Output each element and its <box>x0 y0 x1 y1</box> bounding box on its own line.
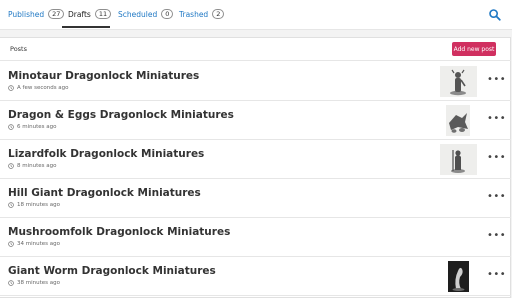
active-tab-indicator <box>62 26 110 28</box>
tab-trashed[interactable]: Trashed 2 <box>179 9 225 19</box>
post-time: 38 minutes ago <box>17 280 60 286</box>
more-options-icon[interactable]: ••• <box>487 113 506 124</box>
post-title[interactable]: Dragon & Eggs Dragonlock Miniatures <box>8 109 234 121</box>
post-thumbnail[interactable] <box>440 66 477 97</box>
post-row[interactable]: Dragon & Eggs Dragonlock Miniatures 6 mi… <box>0 101 511 140</box>
more-options-icon[interactable]: ••• <box>487 152 506 163</box>
post-thumbnail[interactable] <box>440 144 477 175</box>
tab-count: 0 <box>161 9 174 19</box>
clock-icon <box>8 163 14 169</box>
post-time: 8 minutes ago <box>17 163 57 169</box>
post-thumbnail[interactable] <box>446 105 470 136</box>
clock-icon <box>8 241 14 247</box>
post-meta: 8 minutes ago <box>8 163 57 169</box>
more-options-icon[interactable]: ••• <box>487 74 506 85</box>
tab-count: 27 <box>48 9 65 19</box>
post-meta: 18 minutes ago <box>8 202 60 208</box>
clock-icon <box>8 124 14 130</box>
post-row[interactable]: Mushroomfolk Dragonlock Miniatures 34 mi… <box>0 218 511 257</box>
post-time: 18 minutes ago <box>17 202 60 208</box>
more-options-icon[interactable]: ••• <box>487 230 506 241</box>
clock-icon <box>8 85 14 91</box>
more-options-icon[interactable]: ••• <box>487 191 506 202</box>
tab-count: 11 <box>94 9 112 19</box>
tab-bar: Published 27 Drafts 11 Scheduled 0 Trash… <box>0 0 512 30</box>
post-row[interactable]: Lizardfolk Dragonlock Miniatures 8 minut… <box>0 140 511 179</box>
tab-label: Drafts <box>68 9 91 19</box>
search-icon[interactable] <box>488 8 502 22</box>
post-time: 6 minutes ago <box>17 124 57 130</box>
clock-icon <box>8 280 14 286</box>
post-time: A few seconds ago <box>17 85 69 91</box>
clock-icon <box>8 202 14 208</box>
post-thumbnail[interactable] <box>448 261 469 292</box>
tab-label: Trashed <box>179 9 209 19</box>
post-time: 34 minutes ago <box>17 241 60 247</box>
more-options-icon[interactable]: ••• <box>487 269 506 280</box>
post-title[interactable]: Mushroomfolk Dragonlock Miniatures <box>8 226 230 238</box>
tab-scheduled[interactable]: Scheduled 0 <box>118 9 174 19</box>
post-title[interactable]: Lizardfolk Dragonlock Miniatures <box>8 148 204 160</box>
post-title[interactable]: Giant Worm Dragonlock Miniatures <box>8 265 216 277</box>
add-new-post-button[interactable]: Add new post <box>452 42 496 56</box>
tab-label: Published <box>8 9 45 19</box>
post-row[interactable]: Giant Worm Dragonlock Miniatures 38 minu… <box>0 257 511 296</box>
tab-label: Scheduled <box>118 9 158 19</box>
post-title[interactable]: Minotaur Dragonlock Miniatures <box>8 70 199 82</box>
post-meta: 38 minutes ago <box>8 280 60 286</box>
tab-published[interactable]: Published 27 <box>8 9 65 19</box>
post-meta: A few seconds ago <box>8 85 69 91</box>
post-meta: 34 minutes ago <box>8 241 60 247</box>
panel-title: Posts <box>10 45 27 53</box>
tab-count: 2 <box>212 9 225 19</box>
post-row[interactable]: Hill Giant Dragonlock Miniatures 18 minu… <box>0 179 511 218</box>
post-meta: 6 minutes ago <box>8 124 57 130</box>
tab-drafts[interactable]: Drafts 11 <box>68 9 112 19</box>
panel-header: Posts Add new post <box>0 38 511 61</box>
posts-panel: Posts Add new post Minotaur Dragonlock M… <box>0 37 511 298</box>
post-row[interactable]: Minotaur Dragonlock Miniatures A few sec… <box>0 62 511 101</box>
post-title[interactable]: Hill Giant Dragonlock Miniatures <box>8 187 201 199</box>
